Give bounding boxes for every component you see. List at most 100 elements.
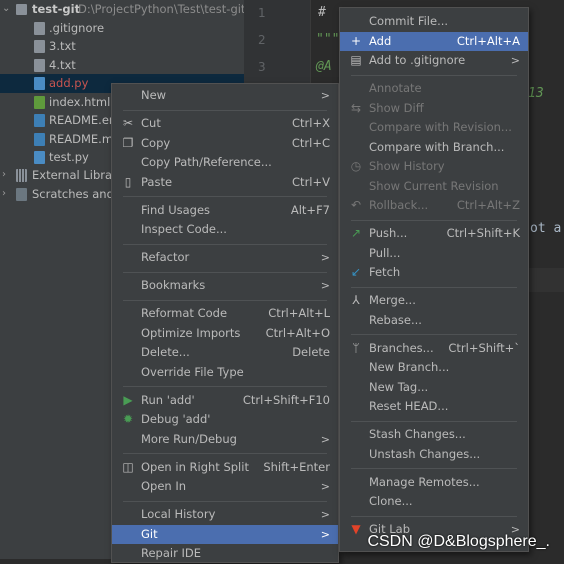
menu-item-new-tag[interactable]: New Tag...: [340, 378, 528, 398]
menu-item-label: Reformat Code: [141, 306, 228, 320]
menu-item-push[interactable]: ↗ Push... Ctrl+Shift+K: [340, 224, 528, 244]
menu-item-label: Override File Type: [141, 364, 244, 379]
menu-item-repair-ide[interactable]: Repair IDE: [112, 544, 338, 564]
menu-item-find-usages[interactable]: Find Usages Alt+F7: [112, 201, 338, 221]
menu-item-more-run-debug[interactable]: More Run/Debug >: [112, 430, 338, 450]
file-name: README.en: [49, 113, 117, 127]
code-line[interactable]: #: [318, 5, 326, 20]
menu-item-label: Delete...: [141, 345, 190, 359]
file-name: index.html: [49, 94, 111, 109]
code-line[interactable]: """: [316, 32, 339, 47]
menu-separator: [340, 283, 528, 292]
menu-item-show-history[interactable]: ◷ Show History: [340, 157, 528, 177]
menu-separator: [112, 106, 338, 115]
menu-item-debug-add[interactable]: ✹ Debug 'add': [112, 410, 338, 430]
menu-item-label: Bookmarks: [141, 278, 206, 292]
copy-icon: ❐: [122, 135, 134, 150]
diff-icon: ⇆: [350, 100, 362, 115]
chevron-right-icon: >: [320, 279, 330, 292]
menu-item-git[interactable]: Git >: [112, 524, 338, 544]
menu-item-show-diff[interactable]: ⇆ Show Diff: [340, 99, 528, 119]
merge-icon: ⅄: [352, 293, 360, 307]
menu-separator: [340, 216, 528, 225]
menu-item-label: Show Diff: [369, 100, 424, 115]
root-path: D:\ProjectPython\Test\test-git: [78, 2, 244, 16]
menu-item-reset-head[interactable]: Reset HEAD...: [340, 397, 528, 417]
menu-item-local-history[interactable]: Local History >: [112, 505, 338, 525]
menu-item-reformat-code[interactable]: Reformat Code Ctrl+Alt+L: [112, 304, 338, 324]
plus-icon: +: [350, 33, 362, 48]
menu-item-label: Cut: [141, 116, 161, 130]
menu-item-bookmarks[interactable]: Bookmarks >: [112, 276, 338, 296]
chevron-right-icon[interactable]: ›: [2, 185, 6, 204]
menu-item-unstash-changes[interactable]: Unstash Changes...: [340, 445, 528, 465]
watermark: CSDN @D&Blogsphere_.: [367, 533, 550, 550]
menu-item-label: Refactor: [141, 250, 190, 264]
menu-item-inspect-code[interactable]: Inspect Code...: [112, 220, 338, 240]
menu-item-clone[interactable]: Clone...: [340, 492, 528, 512]
menu-item-copy-path-reference[interactable]: Copy Path/Reference...: [112, 153, 338, 173]
context-menu: New > ✂ Cut Ctrl+X ❐ Copy Ctrl+C Copy Path/Refer…: [111, 83, 339, 563]
menu-item-annotate[interactable]: Annotate: [340, 79, 528, 99]
menu-item-merge[interactable]: ⅄ Merge...: [340, 291, 528, 311]
menu-item-label: Debug 'add': [141, 412, 211, 426]
menu-item-label: Run 'add': [141, 392, 195, 407]
gitignore-file-icon: [34, 21, 45, 35]
tree-file-4-txt[interactable]: 4.txt: [0, 56, 244, 75]
python-file-icon: [34, 151, 45, 164]
menu-item-label: Local History: [141, 507, 216, 521]
menu-item-label: Show Current Revision: [369, 178, 499, 193]
tree-file-3-txt[interactable]: 3.txt: [0, 37, 244, 56]
menu-item-add-to-gitignore[interactable]: ▤ Add to .gitignore >: [340, 51, 528, 71]
menu-item-run-add[interactable]: ▶ Run 'add' Ctrl+Shift+F10: [112, 391, 338, 411]
chevron-down-icon[interactable]: ⌄: [2, 0, 10, 19]
menu-item-open-in[interactable]: Open In >: [112, 477, 338, 497]
menu-item-rebase[interactable]: Rebase...: [340, 311, 528, 331]
menu-item-label: Copy: [141, 135, 171, 150]
menu-item-rollback[interactable]: ↶ Rollback... Ctrl+Alt+Z: [340, 196, 528, 216]
menu-item-label: Push...: [369, 226, 408, 240]
menu-item-new-branch[interactable]: New Branch...: [340, 358, 528, 378]
menu-item-branches[interactable]: ᛘ Branches... Ctrl+Shift+`: [340, 339, 528, 359]
line-number: 1: [258, 6, 266, 20]
tree-file-gitignore[interactable]: .gitignore: [0, 19, 244, 38]
menu-item-override-file-type[interactable]: Override File Type: [112, 363, 338, 383]
library-icon: [16, 169, 27, 182]
code-line[interactable]: @A: [316, 59, 332, 74]
menu-item-compare-with-revision[interactable]: Compare with Revision...: [340, 118, 528, 138]
split-icon: ◫: [122, 459, 134, 474]
root-name: test-git: [32, 2, 81, 16]
menu-item-paste[interactable]: ▯ Paste Ctrl+V: [112, 173, 338, 193]
shortcut-label: Delete: [292, 345, 330, 359]
menu-item-label: Annotate: [369, 81, 422, 95]
menu-separator: [340, 464, 528, 473]
menu-item-delete[interactable]: Delete... Delete: [112, 343, 338, 363]
menu-separator: [112, 240, 338, 249]
html-file-icon: [34, 95, 45, 109]
menu-item-label: Compare with Branch...: [369, 139, 505, 154]
menu-item-commit-file[interactable]: Commit File...: [340, 12, 528, 32]
fetch-icon: ↙: [350, 265, 362, 279]
menu-item-new[interactable]: New >: [112, 86, 338, 106]
menu-item-copy[interactable]: ❐ Copy Ctrl+C: [112, 134, 338, 154]
menu-item-open-in-right-split[interactable]: ◫ Open in Right Split Shift+Enter: [112, 458, 338, 478]
chevron-right-icon[interactable]: ›: [2, 166, 6, 185]
menu-item-optimize-imports[interactable]: Optimize Imports Ctrl+Alt+O: [112, 324, 338, 344]
menu-item-add[interactable]: + Add Ctrl+Alt+A: [340, 31, 528, 51]
menu-item-fetch[interactable]: ↙ Fetch: [340, 263, 528, 283]
shortcut-label: Ctrl+X: [292, 116, 330, 130]
text-file-icon: [34, 40, 45, 53]
tree-root[interactable]: ⌄ test-git D:\ProjectPython\Test\test-gi…: [0, 0, 244, 19]
menu-item-pull[interactable]: Pull...: [340, 244, 528, 264]
file-name: test.py: [49, 150, 89, 164]
menu-item-compare-with-branch[interactable]: Compare with Branch...: [340, 138, 528, 158]
menu-item-cut[interactable]: ✂ Cut Ctrl+X: [112, 114, 338, 134]
menu-item-stash-changes[interactable]: Stash Changes...: [340, 425, 528, 445]
menu-separator: [112, 296, 338, 305]
menu-item-label: New: [141, 88, 167, 102]
menu-item-label: New Branch...: [369, 360, 450, 374]
menu-item-label: Copy Path/Reference...: [141, 155, 272, 169]
menu-item-refactor[interactable]: Refactor >: [112, 248, 338, 268]
menu-item-manage-remotes[interactable]: Manage Remotes...: [340, 473, 528, 493]
menu-item-show-current-revision[interactable]: Show Current Revision: [340, 177, 528, 197]
